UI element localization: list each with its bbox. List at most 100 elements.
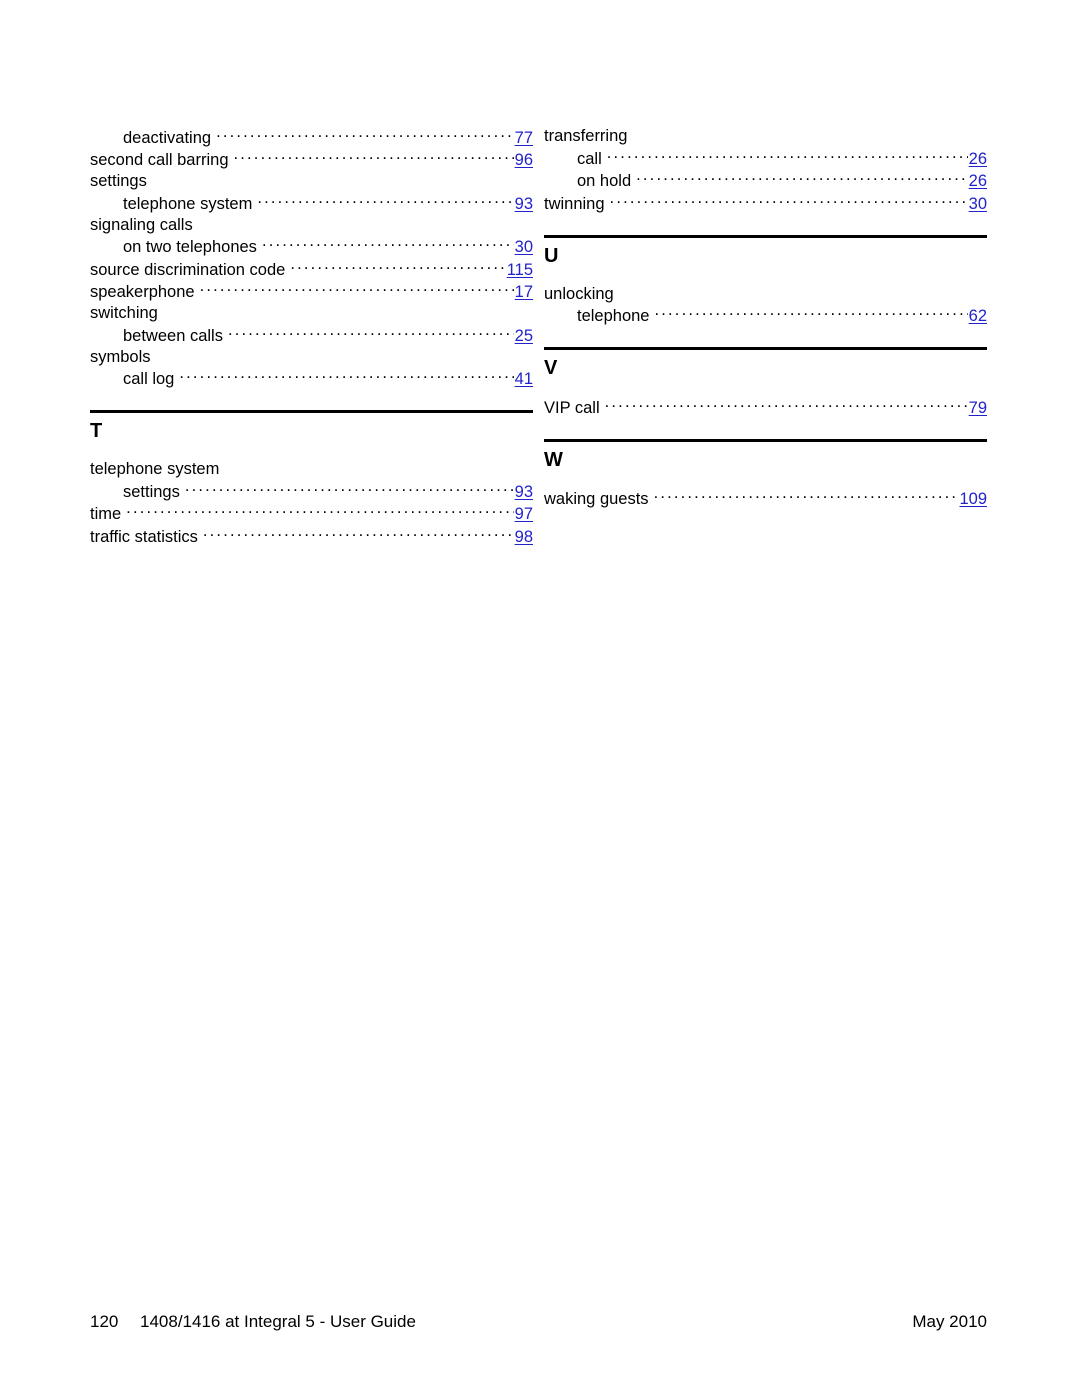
section-letter-heading: V [544,357,558,379]
index-entry-page-link[interactable]: 30 [969,194,987,215]
index-entry-page-link[interactable]: 17 [515,282,533,303]
index-entry-label: telephone system [123,194,253,213]
dot-leader [257,192,513,209]
letter-section-u: Uunlocking telephone 62 [544,234,987,328]
page-footer: 120 1408/1416 at Integral 5 - User Guide… [90,1311,987,1333]
index-entry-label: twinning [544,194,605,213]
dot-leader [605,396,968,413]
letter-section-v: V VIP call 79 [544,347,987,419]
section-letter-heading: T [90,420,103,442]
index-entry-label: on hold [577,172,632,190]
dot-leader [200,281,514,298]
index-entry[interactable]: telephone system 93 [90,192,533,215]
index-entry-label: time [90,505,122,523]
index-entry[interactable]: on hold 26 [544,170,987,193]
dot-leader [185,480,514,497]
index-entry[interactable]: settings 93 [90,480,533,503]
footer-date: May 2010 [912,1312,987,1331]
footer-document-title: 1408/1416 at Integral 5 - User Guide [140,1312,416,1331]
index-entry[interactable]: call log 41 [90,368,533,391]
section-divider-rule [544,438,987,442]
dot-leader [636,170,968,187]
index-entry[interactable]: waking guests 109 [544,488,987,511]
right-column: transferring call 26 on hold 26 twinning 30 Uun… [544,126,987,548]
section-divider-rule [544,347,987,350]
index-entry-page-link[interactable]: 26 [969,149,987,170]
index-entry-page-link[interactable]: 30 [515,237,533,258]
index-entry-page-link[interactable]: 109 [959,489,987,510]
index-entry-page-link[interactable]: 115 [507,260,533,281]
index-page: deactivating 77 second call barring 96 setti… [0,0,1080,1397]
index-entry-label: on two telephones [123,238,257,256]
index-entry-page-link[interactable]: 26 [969,171,987,192]
index-entry-label: deactivating [123,128,212,147]
index-entry-page-link[interactable]: 98 [515,527,533,548]
index-entry-label: telephone [577,307,650,325]
index-entry-headword: switching [90,303,533,324]
index-entry-label: settings [123,482,180,501]
dot-leader [179,368,513,385]
dot-leader [228,324,514,341]
index-entry-label: VIP call [544,398,600,417]
index-entry-headword: unlocking [544,284,987,305]
index-entry-page-link[interactable]: 25 [515,326,533,347]
index-entry-page-link[interactable]: 41 [515,369,533,390]
index-entry-label: settings [90,172,147,190]
index-entry[interactable]: twinning 30 [544,192,987,215]
index-entry-label: signaling calls [90,215,193,234]
section-divider-rule [90,410,533,413]
footer-left-group: 120 1408/1416 at Integral 5 - User Guide [90,1311,416,1333]
index-entry-label: telephone system [90,460,220,478]
index-entry-page-link[interactable]: 96 [515,150,533,171]
left-column: deactivating 77 second call barring 96 setti… [90,126,533,548]
section-letter-heading: W [544,448,564,471]
index-entry[interactable]: time 97 [90,503,533,526]
index-entry-headword: settings [90,171,533,192]
index-entry[interactable]: second call barring 96 [90,149,533,172]
index-entry-label: transferring [544,127,628,145]
letter-section-w: Wwaking guests 109 [544,438,987,511]
dot-leader [290,258,505,275]
index-entry-label: between calls [123,326,223,345]
index-entry[interactable]: source discrimination code 115 [90,258,533,281]
index-entry[interactable]: traffic statistics 98 [90,525,533,548]
index-entry[interactable]: VIP call 79 [544,396,987,419]
dot-leader [126,503,513,520]
index-entry-label: symbols [90,347,151,366]
index-entry-label: source discrimination code [90,260,286,279]
dot-leader [234,149,514,166]
index-entry-page-link[interactable]: 97 [515,504,533,525]
section-letter-heading: U [544,244,559,267]
index-entry[interactable]: call 26 [544,147,987,170]
index-entry-page-link[interactable]: 77 [515,128,533,149]
index-entry-label: unlocking [544,284,614,303]
footer-page-number: 120 [90,1312,119,1331]
index-entry-headword: symbols [90,347,533,368]
dot-leader [262,236,514,253]
index-entry-page-link[interactable]: 79 [969,398,987,419]
index-entry-headword: transferring [544,126,987,147]
index-entry[interactable]: telephone 62 [544,305,987,328]
index-entry-label: traffic statistics [90,527,198,546]
dot-leader [654,488,959,505]
dot-leader [216,126,514,143]
index-entry-headword: telephone system [90,459,533,480]
dot-leader [610,192,968,209]
index-body: deactivating 77 second call barring 96 setti… [90,126,987,548]
index-entry-page-link[interactable]: 62 [969,306,987,327]
section-divider-rule [544,234,987,238]
index-entry[interactable]: deactivating 77 [90,126,533,149]
index-entry-page-link[interactable]: 93 [515,194,533,215]
index-entry-label: second call barring [90,151,229,169]
index-entry[interactable]: speakerphone 17 [90,281,533,304]
letter-section-t: Ttelephone systemsettings93time97traffic… [90,410,533,548]
index-entry-page-link[interactable]: 93 [515,482,533,503]
index-entry-label: call log [123,370,175,388]
index-entry[interactable]: between calls 25 [90,324,533,347]
index-entry-label: switching [90,304,158,322]
index-entry[interactable]: on two telephones 30 [90,236,533,259]
index-entry-label: waking guests [544,490,649,508]
index-entry-headword: signaling calls [90,215,533,236]
dot-leader [203,525,514,542]
dot-leader [655,305,968,322]
